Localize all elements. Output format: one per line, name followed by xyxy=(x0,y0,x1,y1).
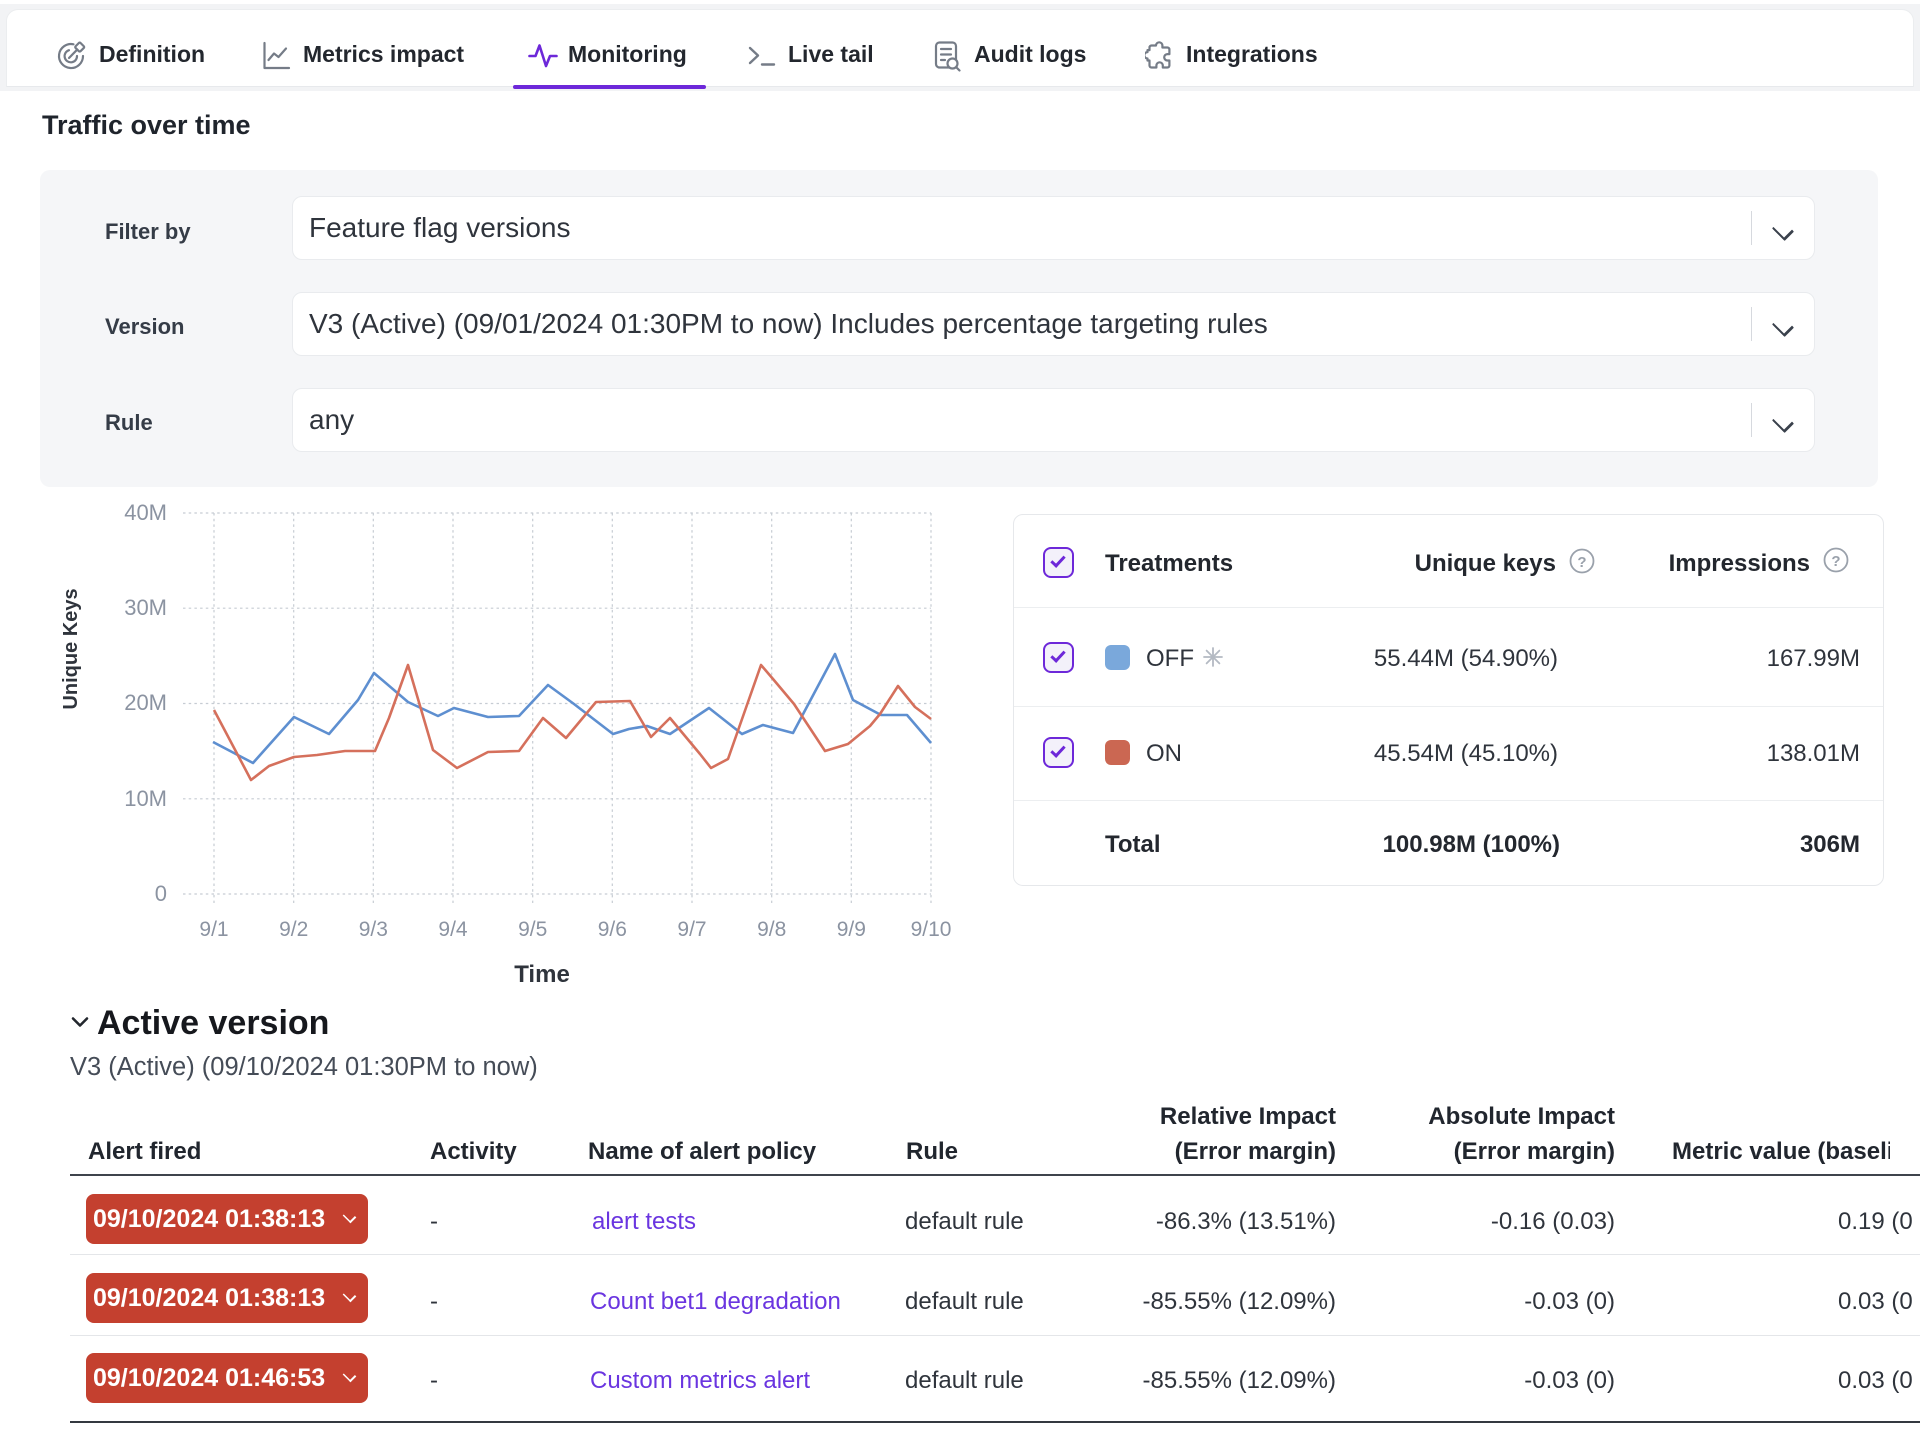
svg-text:9/4: 9/4 xyxy=(438,918,468,941)
svg-text:9/5: 9/5 xyxy=(518,918,547,941)
svg-text:Unique Keys: Unique Keys xyxy=(60,588,82,709)
svg-text:30M: 30M xyxy=(124,595,167,620)
svg-text:9/3: 9/3 xyxy=(359,918,388,941)
svg-text:40M: 40M xyxy=(124,500,167,525)
svg-text:10M: 10M xyxy=(124,786,167,811)
svg-text:Time: Time xyxy=(514,961,570,988)
svg-text:9/8: 9/8 xyxy=(757,918,786,941)
svg-text:9/2: 9/2 xyxy=(279,918,308,941)
svg-text:9/9: 9/9 xyxy=(837,918,866,941)
svg-text:?: ? xyxy=(1577,554,1586,571)
svg-text:20M: 20M xyxy=(124,690,167,715)
svg-text:0: 0 xyxy=(155,881,167,906)
svg-text:9/10: 9/10 xyxy=(911,918,952,941)
svg-text:9/1: 9/1 xyxy=(199,918,228,941)
svg-text:9/6: 9/6 xyxy=(598,918,627,941)
svg-text:?: ? xyxy=(1831,553,1840,570)
svg-text:9/7: 9/7 xyxy=(677,918,706,941)
